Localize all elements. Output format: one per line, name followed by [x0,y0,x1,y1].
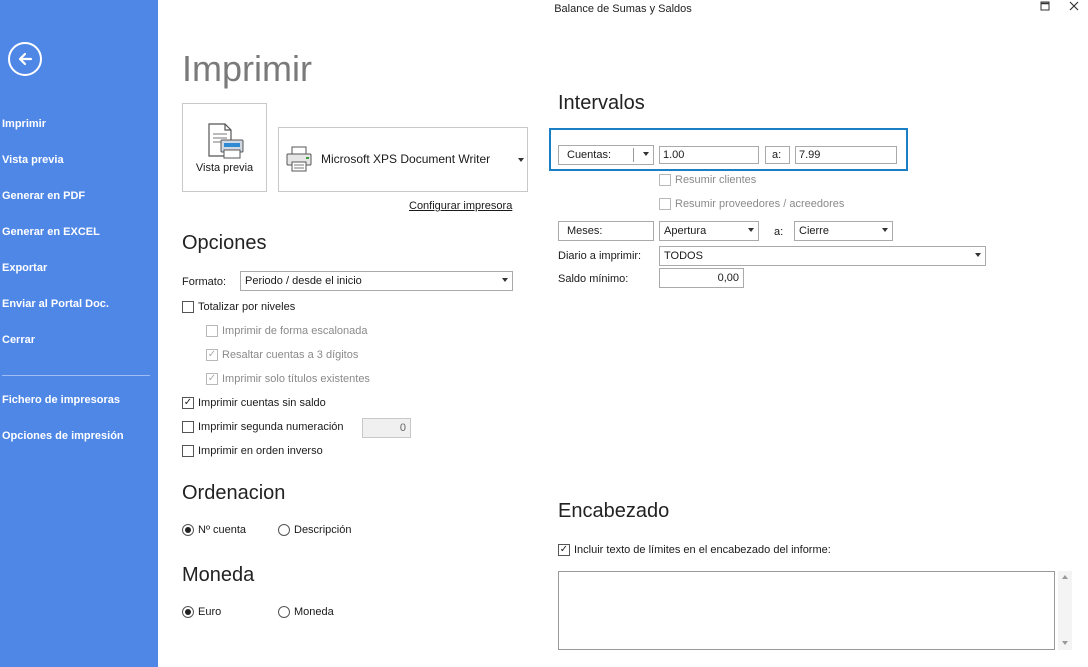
sidebar-item-imprimir[interactable]: Imprimir [2,118,46,130]
scrollbar[interactable] [1058,571,1072,650]
configure-printer-link[interactable]: Configurar impresora [409,200,512,212]
meses-label: Meses: [558,221,654,241]
diario-select[interactable]: TODOS [659,246,986,266]
sin-saldo-checkbox[interactable]: ✓ [182,397,194,409]
incluir-checkbox[interactable]: ✓ [558,544,570,556]
opciones-heading: Opciones [182,232,267,254]
chevron-down-icon[interactable] [1062,641,1068,645]
segunda-num-input[interactable]: 0 [362,418,411,438]
saldo-input[interactable]: 0,00 [659,268,744,288]
chevron-down-icon [518,158,524,162]
formato-label: Formato: [182,276,227,288]
sidebar-item-fichero-impresoras[interactable]: Fichero de impresoras [2,394,120,406]
cuentas-select[interactable]: Cuentas: [558,145,654,165]
moneda-heading: Moneda [182,564,255,586]
resumir-clientes-label: Resumir clientes [675,174,757,186]
formato-value: Periodo / desde el inicio [245,275,362,287]
cuentas-a-label: a: [765,146,790,164]
window-title: Balance de Sumas y Saldos [554,3,692,15]
sidebar-item-generar-pdf[interactable]: Generar en PDF [2,190,85,202]
resumir-proveedores-label: Resumir proveedores / acreedores [675,198,845,210]
diario-value: TODOS [664,250,703,262]
printer-select[interactable]: Microsoft XPS Document Writer [278,127,528,192]
sidebar-item-enviar-portal[interactable]: Enviar al Portal Doc. [2,298,109,310]
radio-n-cuenta[interactable] [182,524,194,536]
encabezado-textarea[interactable] [558,571,1055,650]
printer-name: Microsoft XPS Document Writer [321,152,491,166]
orden-inverso-checkbox[interactable] [182,445,194,457]
chevron-down-icon [882,228,888,232]
preview-button[interactable]: Vista previa [182,103,267,192]
saldo-label: Saldo mínimo: [558,273,629,285]
radio-n-cuenta-label: Nº cuenta [198,524,247,536]
sidebar: Imprimir Vista previa Generar en PDF Gen… [0,0,158,667]
meses-from-value: Apertura [664,225,707,237]
radio-euro-label: Euro [198,606,222,618]
diario-label: Diario a imprimir: [558,250,642,262]
cuentas-to-input[interactable]: 7.99 [795,146,897,164]
close-icon[interactable] [1069,1,1079,14]
meses-from-select[interactable]: Apertura [659,221,759,241]
print-preview-icon [208,123,244,159]
radio-descripcion[interactable] [278,524,290,536]
solo-titulos-checkbox[interactable]: ✓ [206,373,218,385]
resumir-proveedores-checkbox[interactable] [659,198,671,210]
segunda-num-label: Imprimir segunda numeración [198,421,344,433]
select-divider [633,148,634,162]
intervalos-heading: Intervalos [558,92,645,114]
solo-titulos-label: Imprimir solo títulos existentes [222,373,370,385]
radio-moneda-label: Moneda [294,606,334,618]
escalonada-checkbox[interactable] [206,325,218,337]
chevron-down-icon [748,228,754,232]
incluir-label: Incluir texto de límites en el encabezad… [574,544,831,556]
meses-to-value: Cierre [799,225,829,237]
resaltar-checkbox[interactable]: ✓ [206,349,218,361]
sidebar-item-cerrar[interactable]: Cerrar [2,334,35,346]
chevron-down-icon [643,152,649,156]
formato-select[interactable]: Periodo / desde el inicio [240,271,513,291]
meses-a-label: a: [774,226,784,238]
page-title: Imprimir [182,48,312,89]
escalonada-label: Imprimir de forma escalonada [222,325,368,337]
totalizar-checkbox[interactable] [182,301,194,313]
sin-saldo-label: Imprimir cuentas sin saldo [198,397,326,409]
sidebar-item-exportar[interactable]: Exportar [2,262,47,274]
ordenacion-heading: Ordenacion [182,482,286,504]
chevron-down-icon [502,278,508,282]
sidebar-item-opciones-impresion[interactable]: Opciones de impresión [2,430,124,442]
arrow-left-icon [18,52,33,66]
printer-icon [286,146,312,172]
cuentas-from-input[interactable]: 1.00 [659,146,759,164]
encabezado-heading: Encabezado [558,500,670,522]
resumir-clientes-checkbox[interactable] [659,174,671,186]
radio-moneda[interactable] [278,606,290,618]
cuentas-label: Cuentas: [567,149,612,161]
radio-euro[interactable] [182,606,194,618]
sidebar-divider [2,375,150,376]
orden-inverso-label: Imprimir en orden inverso [198,445,323,457]
back-button[interactable] [8,42,42,76]
segunda-num-checkbox[interactable] [182,421,194,433]
chevron-down-icon [975,253,981,257]
totalizar-label: Totalizar por niveles [198,301,296,313]
preview-button-label: Vista previa [195,162,254,174]
maximize-icon[interactable] [1040,1,1050,14]
sidebar-item-vista-previa[interactable]: Vista previa [2,154,64,166]
meses-to-select[interactable]: Cierre [794,221,893,241]
resaltar-label: Resaltar cuentas a 3 dígitos [222,349,359,361]
chevron-up-icon[interactable] [1062,575,1068,579]
sidebar-item-generar-excel[interactable]: Generar en EXCEL [2,226,100,238]
radio-descripcion-label: Descripción [294,524,352,536]
